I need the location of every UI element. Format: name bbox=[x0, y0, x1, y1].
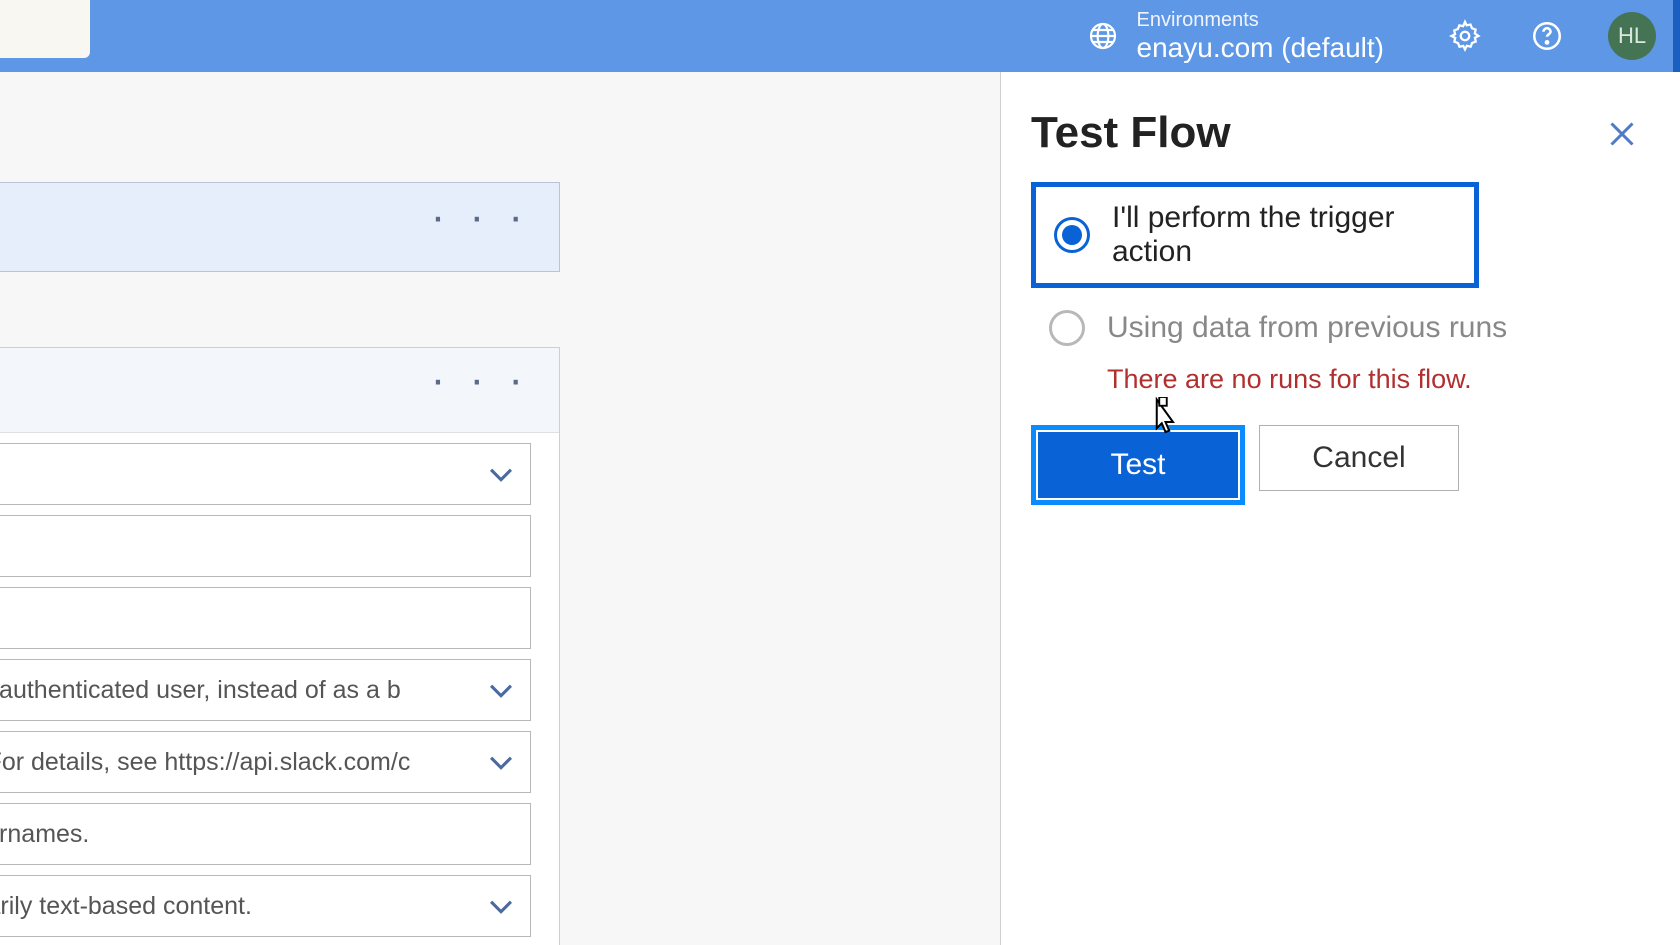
avatar[interactable]: HL bbox=[1608, 12, 1656, 60]
test-button[interactable]: Test bbox=[1038, 432, 1238, 498]
radio-icon bbox=[1049, 310, 1085, 346]
action-field[interactable]: ated. For details, see https://api.slack… bbox=[0, 731, 531, 793]
ellipsis-icon[interactable]: · · · bbox=[431, 369, 529, 391]
help-icon[interactable] bbox=[1530, 19, 1564, 53]
browser-tab-stub bbox=[0, 0, 90, 58]
field-text: as the authenticated user, instead of as… bbox=[0, 676, 484, 705]
radio-label: I'll perform the trigger action bbox=[1112, 201, 1456, 269]
cancel-button-label: Cancel bbox=[1312, 441, 1405, 475]
action-field[interactable] bbox=[0, 443, 531, 505]
avatar-initials: HL bbox=[1618, 23, 1646, 49]
radio-manual-trigger[interactable]: I'll perform the trigger action bbox=[1031, 182, 1479, 288]
chevron-down-icon[interactable] bbox=[484, 673, 518, 707]
flow-canvas: · · · · · · as the authenticated user, i… bbox=[0, 72, 1000, 945]
environment-label: Environments bbox=[1137, 9, 1384, 32]
action-field[interactable]: as the authenticated user, instead of as… bbox=[0, 659, 531, 721]
trigger-card[interactable]: · · · bbox=[0, 182, 560, 272]
field-text: ated. For details, see https://api.slack… bbox=[0, 748, 484, 777]
close-icon[interactable] bbox=[1604, 116, 1640, 152]
test-button-highlight: Test bbox=[1031, 425, 1245, 505]
test-button-label: Test bbox=[1110, 448, 1165, 482]
action-field[interactable] bbox=[0, 587, 531, 649]
radio-icon bbox=[1054, 217, 1090, 253]
panel-title: Test Flow bbox=[1031, 108, 1650, 158]
button-row: Test Cancel bbox=[1031, 425, 1650, 505]
environment-block[interactable]: Environments enayu.com (default) bbox=[1137, 9, 1384, 64]
top-bar: Environments enayu.com (default) HL bbox=[0, 0, 1680, 72]
ellipsis-icon[interactable]: · · · bbox=[431, 206, 529, 228]
action-field[interactable]: nd usernames. bbox=[0, 803, 531, 865]
no-runs-message: There are no runs for this flow. bbox=[1107, 364, 1650, 395]
radio-label: Using data from previous runs bbox=[1107, 311, 1507, 345]
action-card-header[interactable]: · · · bbox=[0, 348, 559, 433]
globe-icon bbox=[1087, 20, 1119, 52]
window-edge bbox=[1673, 0, 1680, 72]
chevron-down-icon[interactable] bbox=[484, 745, 518, 779]
chevron-down-icon[interactable] bbox=[484, 889, 518, 923]
environment-name: enayu.com (default) bbox=[1137, 32, 1384, 64]
field-text: f primarily text-based content. bbox=[0, 892, 484, 921]
action-field[interactable] bbox=[0, 515, 531, 577]
action-card[interactable]: · · · as the authenticated user, instead… bbox=[0, 347, 560, 945]
field-text: nd usernames. bbox=[0, 820, 518, 849]
cancel-button[interactable]: Cancel bbox=[1259, 425, 1459, 491]
gear-icon[interactable] bbox=[1448, 19, 1482, 53]
radio-previous-runs[interactable]: Using data from previous runs bbox=[1031, 296, 1650, 360]
test-flow-panel: Test Flow I'll perform the trigger actio… bbox=[1000, 72, 1680, 945]
chevron-down-icon[interactable] bbox=[484, 457, 518, 491]
action-field[interactable]: f primarily text-based content. bbox=[0, 875, 531, 937]
